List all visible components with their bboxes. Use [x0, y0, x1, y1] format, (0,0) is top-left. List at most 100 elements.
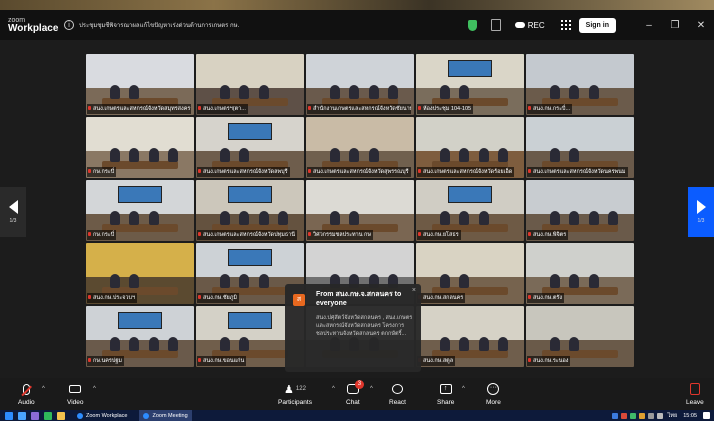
participant-name: สนง.กษ.ระนอง — [527, 356, 571, 366]
video-background — [86, 54, 194, 88]
leave-button[interactable]: Leave — [686, 382, 704, 406]
video-button[interactable]: Video — [67, 382, 84, 406]
video-tile[interactable]: สำนักงานเกษตรและสหกรณ์จังหวัดชัยนาท — [306, 54, 414, 115]
video-background — [86, 243, 194, 277]
video-tile[interactable]: สนง.กษ.พิจิตร — [526, 180, 634, 241]
rec-label: REC — [527, 20, 545, 30]
participant-figure — [219, 274, 230, 289]
prev-page-button[interactable]: 1/3 — [0, 187, 26, 237]
video-tile[interactable]: วิศวกรรมชลประทาน กษ — [306, 180, 414, 241]
share-options-caret[interactable]: ^ — [462, 386, 465, 392]
task-view-icon[interactable] — [31, 411, 39, 420]
security-shield-icon[interactable] — [467, 19, 477, 31]
video-tile[interactable]: สนง.เกษตรและสหกรณ์จังหวัดปทุมธานี — [196, 180, 304, 241]
participant-figure — [459, 337, 470, 352]
participant-figure — [148, 211, 159, 226]
participant-figure — [109, 337, 120, 352]
close-button[interactable]: ✕ — [688, 20, 714, 31]
more-button[interactable]: ··· More — [486, 382, 501, 406]
taskbar-app-label: Zoom Meeting — [152, 412, 188, 419]
taskbar-app-label: Zoom Workplace — [86, 412, 128, 419]
participant-figure — [129, 148, 140, 163]
file-explorer-icon[interactable] — [57, 411, 65, 420]
notes-icon[interactable] — [490, 19, 501, 31]
tray-icon[interactable] — [611, 412, 618, 419]
participant-figure — [148, 337, 159, 352]
participant-name: สนง.เกษตรและสหกรณ์จังหวัดปทุมธานี — [197, 230, 298, 240]
participant-figure — [439, 85, 450, 100]
taskbar-app-zoom-workplace[interactable]: Zoom Workplace — [73, 410, 131, 421]
audio-button[interactable]: Audio — [18, 382, 35, 406]
taskbar-app-zoom-meeting[interactable]: Zoom Meeting — [139, 410, 192, 421]
video-options-caret[interactable]: ^ — [93, 386, 96, 392]
tray-icon[interactable] — [620, 412, 627, 419]
video-tile[interactable]: สนง.เกษตรและสหกรณ์จังหวัดลพบุรี — [196, 117, 304, 178]
video-tile[interactable]: สนง.เกษตรฯ(ตา... — [196, 54, 304, 115]
participant-figure — [498, 337, 509, 352]
participants-options-caret[interactable]: ^ — [332, 386, 335, 392]
audio-options-caret[interactable]: ^ — [42, 386, 45, 392]
chat-options-caret[interactable]: ^ — [370, 386, 373, 392]
participant-figure — [129, 85, 140, 100]
video-tile[interactable]: สนง.เกษตรและสหกรณ์จังหวัดนครพนม — [526, 117, 634, 178]
close-icon[interactable]: × — [412, 287, 416, 294]
next-page-button[interactable]: 1/3 — [688, 187, 714, 237]
cloud-recording-indicator[interactable]: REC — [514, 20, 545, 30]
participant-figure — [129, 337, 140, 352]
participant-figure — [129, 211, 140, 226]
participant-figure — [239, 337, 250, 352]
react-button[interactable]: React — [389, 382, 406, 406]
minimize-button[interactable]: – — [636, 20, 662, 31]
participant-name: สนง.กษ.สกลนคร — [417, 293, 466, 303]
video-tile[interactable]: สนง.เกษตรและสหกรณ์จังหวัดสมุทรสงคราม — [86, 54, 194, 115]
search-icon[interactable] — [18, 411, 26, 420]
participant-figure — [478, 211, 489, 226]
tray-icon[interactable] — [638, 412, 645, 419]
video-tile[interactable]: สนง.กษ.ตรัง — [526, 243, 634, 304]
clock-time[interactable]: 15:05 — [683, 413, 697, 419]
video-tile[interactable]: กษ.นครปฐม — [86, 306, 194, 367]
participant-figure — [549, 148, 560, 163]
share-button[interactable]: ↑ Share — [437, 382, 454, 406]
chat-preview-popup[interactable]: ส × From สนง.กษ.จ.สกลนคร to everyone สนง… — [285, 284, 421, 372]
info-icon[interactable]: i — [64, 20, 74, 30]
volume-icon[interactable] — [656, 412, 663, 419]
participant-figure — [459, 274, 470, 289]
participant-name: สนง.กษ.ตรัง — [527, 293, 565, 303]
video-background — [306, 243, 414, 277]
input-language[interactable]: ไทย — [668, 412, 678, 420]
video-tile[interactable]: สนง.กษ.ประจวบฯ — [86, 243, 194, 304]
tray-icon[interactable] — [629, 412, 636, 419]
video-tile[interactable]: สนง.เกษตรและสหกรณ์จังหวัดสุพรรณบุรี — [306, 117, 414, 178]
view-grid-icon[interactable] — [560, 20, 571, 30]
participant-figure — [569, 148, 580, 163]
participant-name: สนง.กษ.พิจิตร — [527, 230, 569, 240]
participant-figure — [459, 85, 470, 100]
video-tile[interactable]: สนง.เกษตรและสหกรณ์จังหวัดร้อยเอ็ด — [416, 117, 524, 178]
chat-message: สนง.ปศุสัตว์จังหวัดสกลนคร , สนง.เกษตรและ… — [316, 315, 413, 337]
participant-figure — [329, 85, 340, 100]
video-tile[interactable]: สนง.กษ.สตูล — [416, 306, 524, 367]
participant-figure — [329, 211, 340, 226]
participant-name: กษ.นครปฐม — [87, 356, 125, 366]
video-tile[interactable]: สนง.กษ.ระนอง — [526, 306, 634, 367]
video-tile[interactable]: สนง.กษ.กระบี่... — [526, 54, 634, 115]
video-tile[interactable]: สนง.กษ.สกลนคร — [416, 243, 524, 304]
maximize-button[interactable]: ❐ — [662, 20, 688, 31]
chevron-left-icon — [8, 200, 18, 214]
video-tile[interactable]: สนง.กษ.ยโสธร — [416, 180, 524, 241]
participants-button[interactable]: ♟ 122 Participants — [278, 382, 312, 407]
zoom-meeting-icon — [143, 412, 150, 419]
chat-button[interactable]: 3 Chat — [346, 380, 364, 406]
participant-figure — [349, 85, 360, 100]
wifi-icon[interactable] — [647, 412, 654, 419]
video-tile[interactable]: กษ.กระบี่ — [86, 180, 194, 241]
notifications-icon[interactable] — [703, 412, 710, 419]
video-tile[interactable]: กษ.กระบี่ — [86, 117, 194, 178]
windows-start-icon[interactable] — [5, 411, 13, 420]
participant-figure — [478, 337, 489, 352]
participant-figure — [239, 274, 250, 289]
video-tile[interactable]: ห้องประชุม 104-105 — [416, 54, 524, 115]
excel-icon[interactable] — [44, 411, 52, 420]
sign-in-button[interactable]: Sign in — [578, 17, 616, 33]
